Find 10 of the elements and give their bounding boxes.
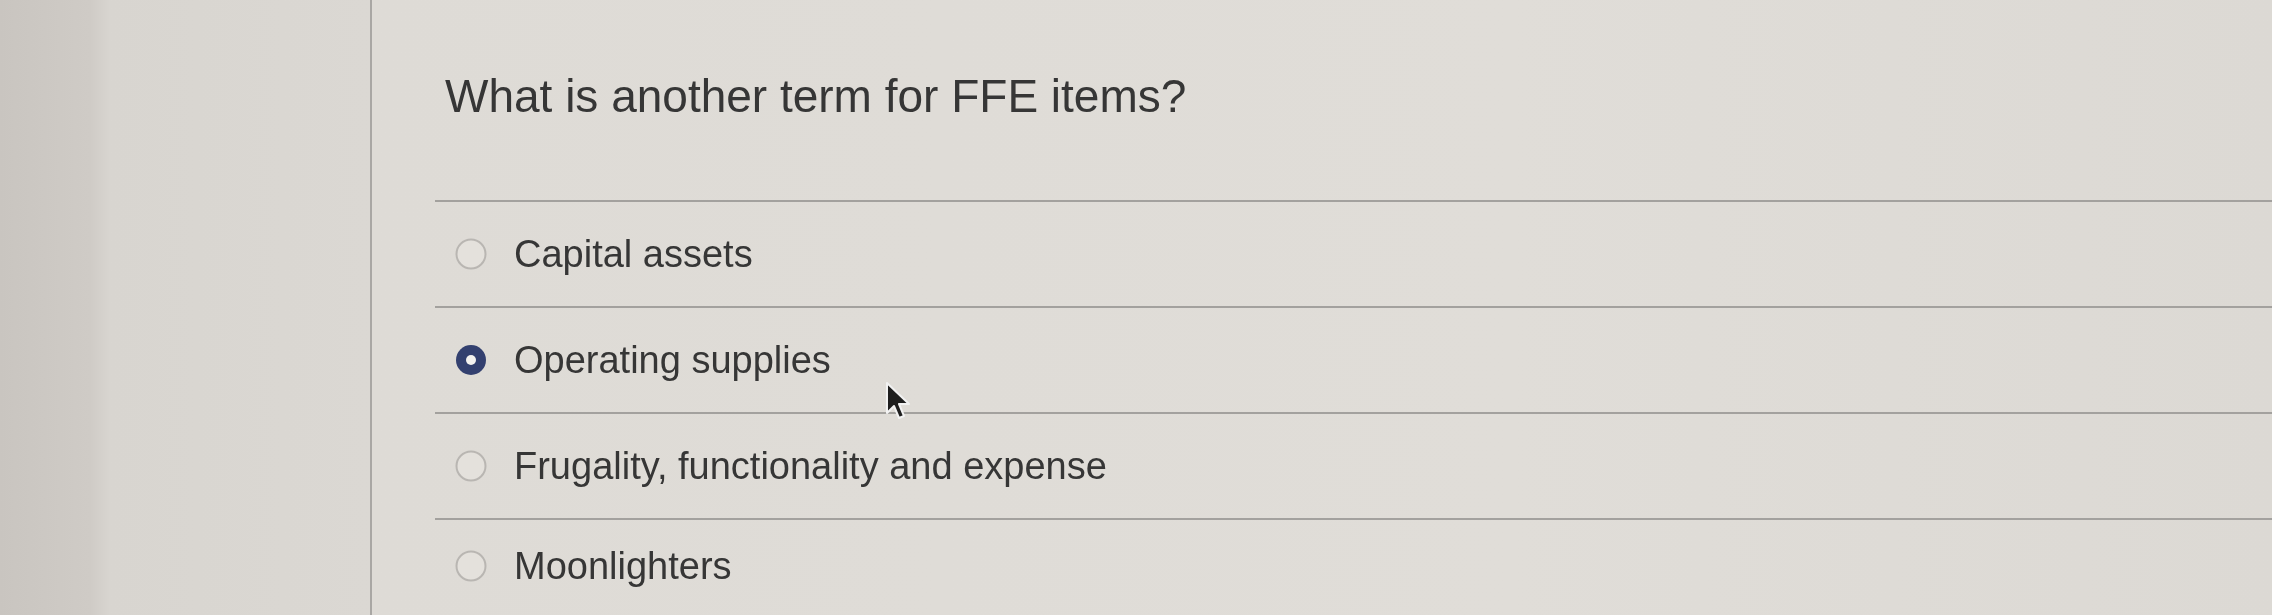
answer-option-label[interactable]: Moonlighters	[514, 543, 732, 589]
answer-option-label[interactable]: Capital assets	[514, 231, 753, 277]
mouse-pointer-icon	[885, 381, 911, 421]
answer-option-label[interactable]: Frugality, functionality and expense	[514, 443, 1107, 489]
radio-button[interactable]	[455, 238, 487, 270]
answer-option-label[interactable]: Operating supplies	[514, 337, 831, 383]
radio-button[interactable]	[455, 550, 487, 582]
radio-button[interactable]	[455, 450, 487, 482]
radio-button[interactable]	[455, 344, 487, 376]
question-text: What is another term for FFE items?	[445, 69, 1188, 124]
